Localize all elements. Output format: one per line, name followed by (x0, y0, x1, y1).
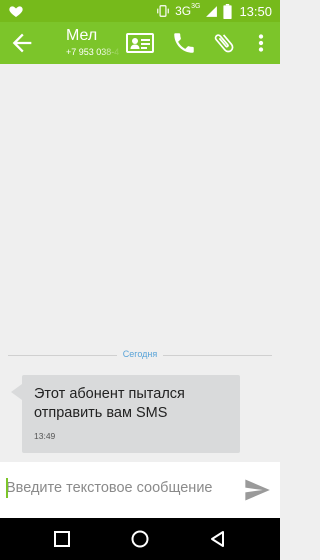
date-divider: Сегодня (0, 349, 280, 359)
status-icons: 3G3G 13:50 (156, 0, 272, 22)
nav-back-icon[interactable] (208, 529, 228, 549)
network-super: 3G (191, 3, 201, 10)
bubble-tail (11, 384, 22, 400)
navigation-bar (0, 518, 280, 560)
signal-icon (206, 5, 218, 17)
more-vert-icon[interactable] (254, 30, 268, 56)
paperclip-icon[interactable] (210, 30, 238, 56)
heart-icon (9, 6, 23, 17)
status-time: 13:50 (239, 3, 272, 19)
send-icon[interactable] (242, 476, 272, 504)
status-bar: 3G3G 13:50 (0, 0, 280, 22)
compose-bar (0, 462, 280, 518)
recent-apps-icon[interactable] (52, 529, 72, 549)
back-arrow-icon[interactable] (8, 29, 36, 57)
title-fade (100, 24, 122, 62)
message-text: Этот абонент пытался отправить вам SMS (34, 386, 185, 421)
message-input[interactable] (6, 476, 238, 500)
date-label: Сегодня (116, 349, 164, 359)
phone-icon[interactable] (170, 30, 198, 56)
battery-icon (223, 3, 233, 19)
text-caret (6, 478, 8, 498)
app-bar: Мел +7 953 038-4 (0, 22, 280, 64)
network-type: 3G3G (175, 3, 201, 18)
vibrate-icon (157, 5, 169, 17)
message-time: 13:49 (34, 431, 56, 441)
message-bubble[interactable]: Этот абонент пытался отправить вам SMS 1… (22, 375, 240, 453)
home-icon[interactable] (130, 529, 150, 549)
contact-card-icon[interactable] (126, 30, 154, 56)
